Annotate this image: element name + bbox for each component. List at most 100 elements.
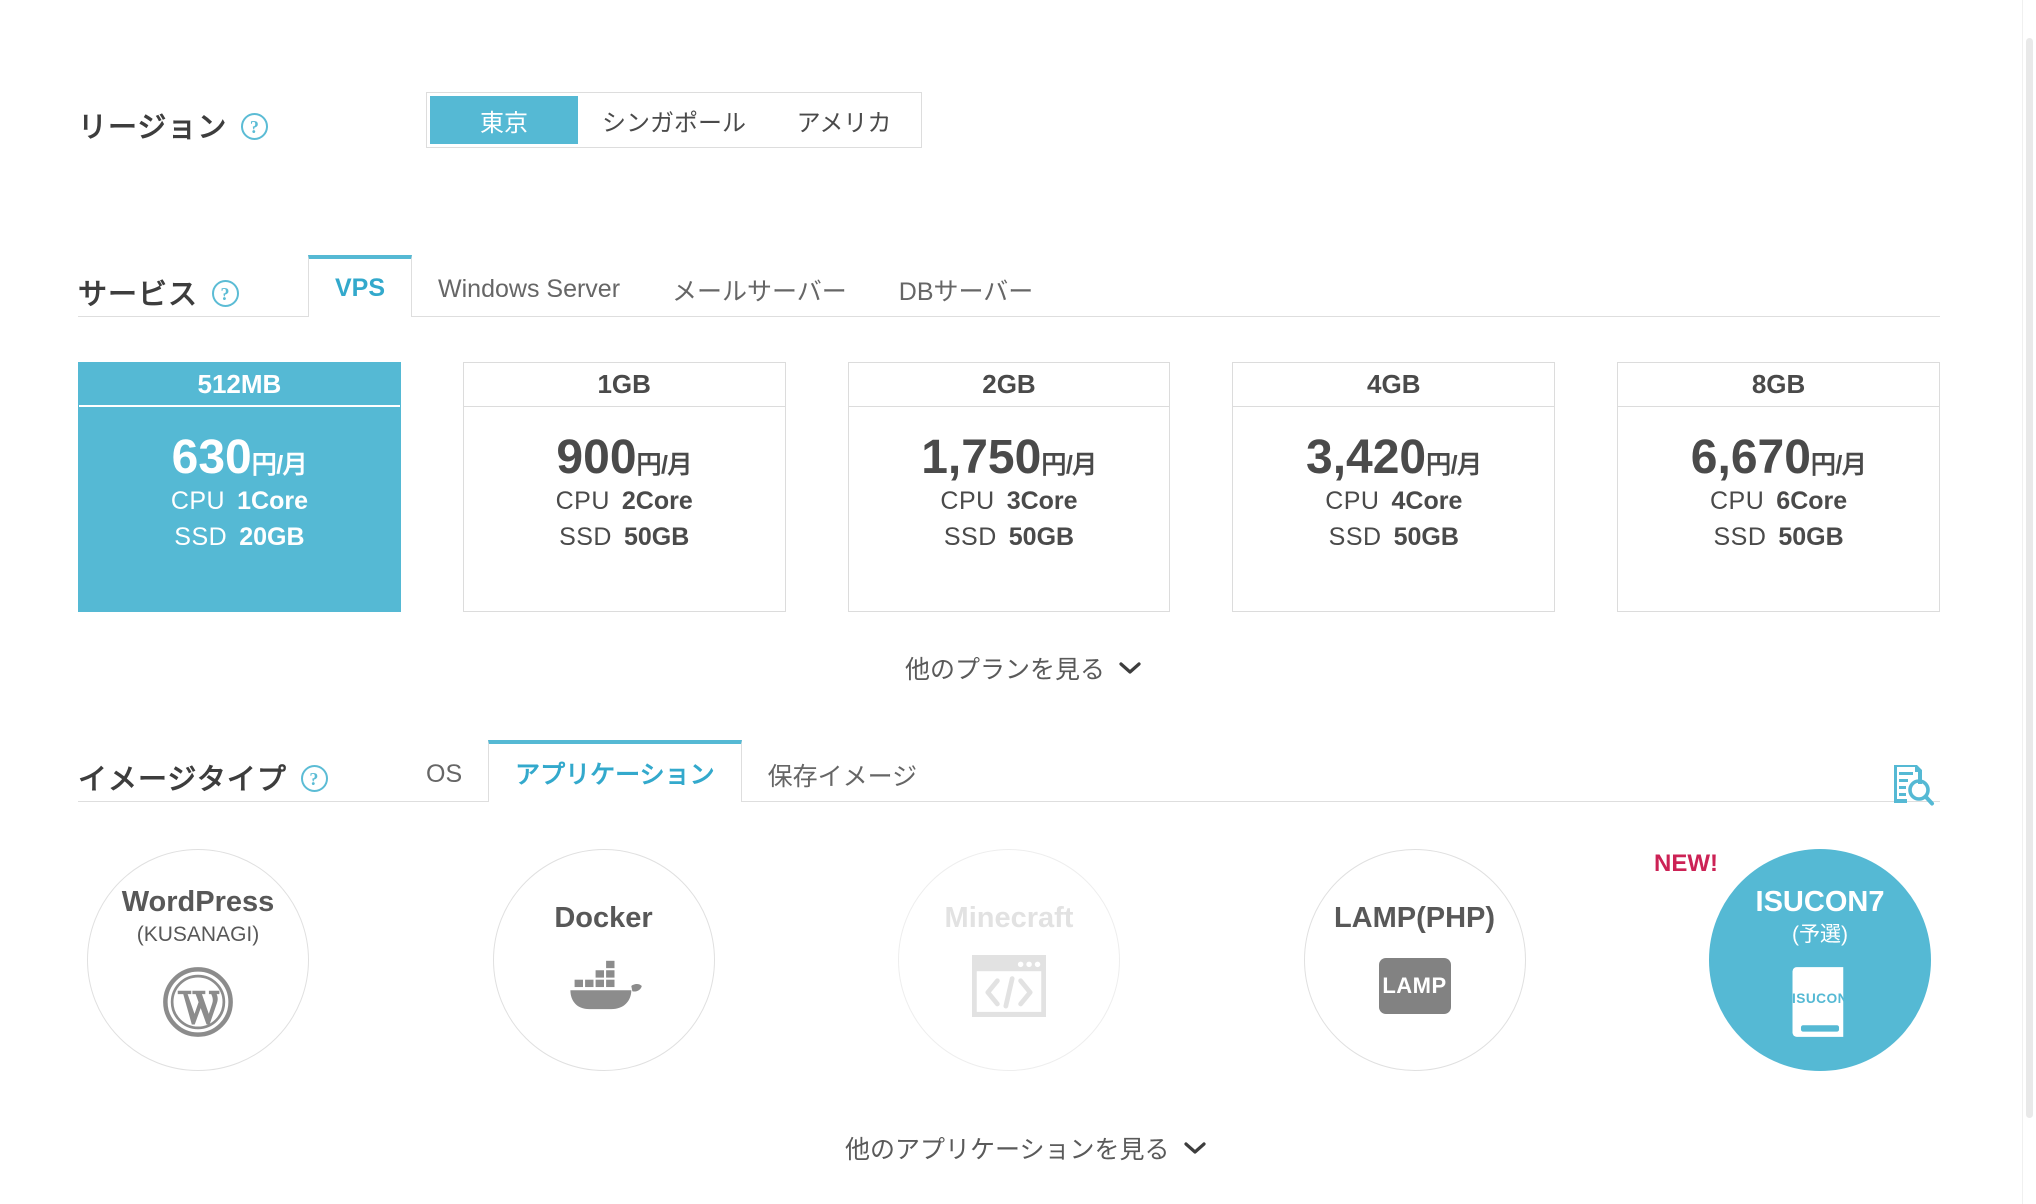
document-search-icon[interactable] [1890, 762, 1936, 808]
plan-card-4gb[interactable]: 4GB 3,420円/月 CPU 4Core SSD 50GB [1232, 362, 1556, 612]
application-name: Docker [554, 902, 653, 935]
plan-price: 630円/月 [172, 431, 308, 485]
image-type-section: イメージタイプ? OS アプリケーション 保存イメージ [0, 740, 2036, 810]
plan-card-8gb[interactable]: 8GB 6,670円/月 CPU 6Core SSD 50GB [1617, 362, 1940, 612]
plan-card-2gb[interactable]: 2GB 1,750円/月 CPU 3Core SSD 50GB [847, 362, 1171, 612]
docker-whale-glyph [569, 960, 642, 1010]
ssd-value: 50GB [623, 522, 690, 551]
plan-memory-label: 512MB [79, 363, 400, 407]
image-type-label-text: イメージタイプ [78, 764, 287, 796]
application-list: WordPress (KUSANAGI) Docker Minecraft LA… [78, 840, 1940, 1080]
cpu-key: CPU [940, 487, 995, 516]
region-label-text: リージョン [78, 112, 228, 144]
plan-price: 6,670円/月 [1691, 431, 1867, 485]
application-cell-wordpress: WordPress (KUSANAGI) [78, 840, 318, 1080]
docker-whale-icon [562, 949, 646, 1023]
plan-price-value: 1,750 [921, 430, 1042, 484]
help-circle-icon[interactable]: ? [212, 280, 240, 307]
service-label-text: サービス [78, 279, 199, 311]
document-search-glyph [1894, 765, 1934, 806]
region-option-tokyo[interactable]: 東京 [430, 96, 578, 144]
cpu-value: 6Core [1776, 487, 1848, 516]
tab-os[interactable]: OS [400, 747, 488, 802]
show-more-plans-button[interactable]: 他のプランを見る [905, 650, 1141, 686]
plan-cpu-spec: CPU 1Core [171, 484, 308, 520]
application-docker[interactable]: Docker [492, 849, 715, 1071]
tab-windows-server[interactable]: Windows Server [412, 262, 646, 317]
cpu-value: 1Core [237, 487, 308, 516]
plan-ssd-spec: SSD 20GB [174, 520, 304, 556]
plan-memory-label: 4GB [1233, 363, 1555, 407]
application-isucon7[interactable]: ISUCON7 (予選) ISUCON [1709, 849, 1931, 1071]
plan-cpu-spec: CPU 2Core [556, 484, 693, 520]
tab-mail-server[interactable]: メールサーバー [646, 262, 873, 317]
plan-price-value: 630 [171, 430, 252, 484]
plan-ssd-spec: SSD 50GB [1329, 520, 1459, 556]
ssd-value: 50GB [1008, 522, 1075, 551]
application-subname: (KUSANAGI) [136, 923, 260, 947]
plan-price-value: 6,670 [1690, 430, 1811, 484]
application-cell-isucon7: NEW! ISUCON7 (予選) ISUCON [1654, 840, 1940, 1080]
application-lamp-php[interactable]: LAMP(PHP) LAMP [1303, 849, 1526, 1071]
help-circle-icon[interactable]: ? [300, 765, 328, 792]
new-badge: NEW! [1654, 850, 1718, 877]
plan-memory-label: 2GB [848, 363, 1170, 407]
tab-saved-image[interactable]: 保存イメージ [742, 747, 944, 802]
service-tabbar: VPS Windows Server メールサーバー DBサーバー [308, 255, 1059, 317]
show-more-applications-button[interactable]: 他のアプリケーションを見る [845, 1130, 1206, 1166]
code-window-icon [972, 949, 1046, 1023]
plan-card-body: 900円/月 CPU 2Core SSD 50GB [464, 407, 785, 611]
wordpress-icon [162, 965, 234, 1039]
application-cell-docker: Docker [484, 840, 724, 1080]
page-scrollbar[interactable] [2022, 0, 2036, 1204]
ssd-value: 50GB [1393, 522, 1459, 551]
plan-price-value: 900 [556, 430, 637, 484]
ssd-key: SSD [1713, 522, 1767, 551]
code-window-glyph [972, 954, 1046, 1017]
isucon-book-glyph: ISUCON [1792, 966, 1848, 1037]
cpu-value: 4Core [1391, 487, 1463, 516]
tab-vps[interactable]: VPS [308, 255, 413, 317]
plan-card-body: 3,420円/月 CPU 4Core SSD 50GB [1233, 407, 1554, 611]
service-section-label: サービス? [78, 271, 240, 313]
plan-cpu-spec: CPU 6Core [1710, 484, 1847, 520]
plan-price-unit: 円/月 [1041, 450, 1097, 479]
plan-card-1gb[interactable]: 1GB 900円/月 CPU 2Core SSD 50GB [462, 362, 786, 612]
image-type-tabbar: OS アプリケーション 保存イメージ [400, 740, 943, 802]
application-subname: (予選) [1792, 923, 1848, 947]
plan-memory-label: 8GB [1618, 363, 1939, 407]
ssd-value: 20GB [239, 522, 305, 551]
plan-price: 1,750円/月 [921, 431, 1097, 485]
application-name: ISUCON7 [1755, 886, 1885, 919]
ssd-key: SSD [174, 522, 228, 551]
region-section-label: リージョン? [78, 104, 269, 146]
plan-price-unit: 円/月 [1426, 450, 1482, 479]
tab-application[interactable]: アプリケーション [488, 740, 742, 802]
plan-card-512mb[interactable]: 512MB 630円/月 CPU 1Core SSD 20GB [78, 362, 401, 612]
cpu-key: CPU [1325, 487, 1380, 516]
plan-selection-page: リージョン? 東京 シンガポール アメリカ サービス? VPS Windows … [0, 0, 2036, 1204]
application-name: LAMP(PHP) [1333, 902, 1496, 935]
region-section: リージョン? 東京 シンガポール アメリカ [0, 92, 2036, 172]
cpu-value: 3Core [1006, 487, 1078, 516]
wordpress-glyph [163, 966, 233, 1037]
plan-card-body: 1,750円/月 CPU 3Core SSD 50GB [849, 407, 1170, 611]
application-name: WordPress [121, 886, 275, 919]
cpu-value: 2Core [621, 487, 693, 516]
region-option-america[interactable]: アメリカ [770, 96, 918, 144]
plan-price-value: 3,420 [1306, 430, 1427, 484]
cpu-key: CPU [170, 487, 226, 516]
cpu-key: CPU [555, 487, 610, 516]
help-circle-icon[interactable]: ? [241, 113, 269, 140]
plan-memory-label: 1GB [463, 363, 785, 407]
scrollbar-thumb[interactable] [2026, 38, 2033, 1118]
lamp-badge-icon: LAMP [1378, 949, 1451, 1023]
cpu-key: CPU [1710, 487, 1765, 516]
application-wordpress[interactable]: WordPress (KUSANAGI) [87, 849, 309, 1071]
region-option-singapore[interactable]: シンガポール [578, 96, 770, 144]
tab-db-server[interactable]: DBサーバー [873, 262, 1059, 317]
application-cell-minecraft: Minecraft [889, 840, 1129, 1080]
ssd-value: 50GB [1778, 522, 1844, 551]
lamp-badge-text: LAMP [1378, 957, 1451, 1014]
application-name: Minecraft [944, 902, 1074, 935]
